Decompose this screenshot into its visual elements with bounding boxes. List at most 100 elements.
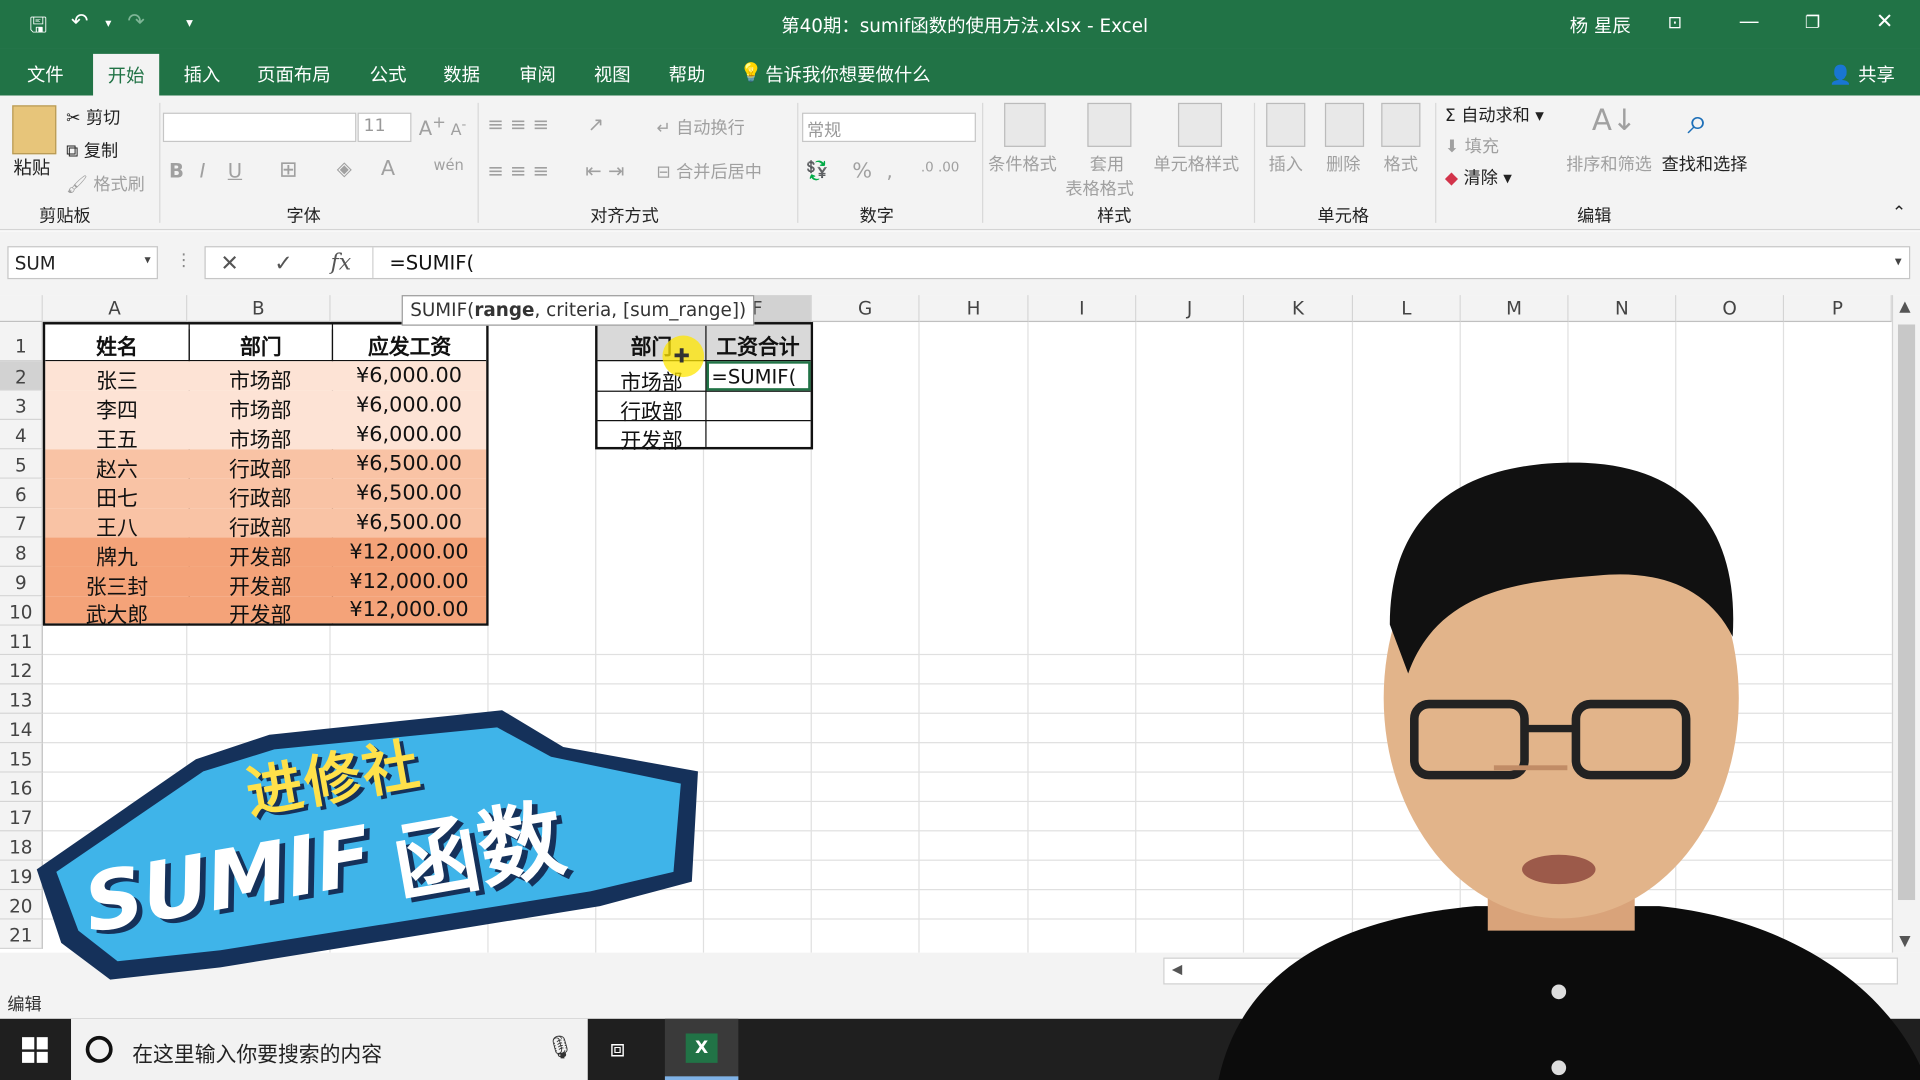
tab-help[interactable]: 帮助 (669, 61, 706, 87)
phonetic-icon[interactable]: wén (433, 157, 463, 174)
sort-filter-icon[interactable]: A↓ (1592, 103, 1637, 137)
column-header-a[interactable]: A (42, 295, 188, 323)
row-header[interactable]: 6 (0, 478, 43, 509)
currency-icon[interactable]: 💱 (806, 159, 829, 181)
customize-qat-icon[interactable]: ▾ (186, 15, 193, 31)
minimize-icon[interactable]: — (1739, 10, 1760, 34)
paste-icon[interactable] (12, 105, 57, 155)
tab-review[interactable]: 审阅 (519, 61, 556, 87)
share-button[interactable]: 👤 共享 (1829, 61, 1894, 87)
row-header[interactable]: 7 (0, 508, 43, 538)
shrink-font-icon[interactable]: A- (451, 116, 467, 140)
magnifier-icon[interactable]: ⌕ (1687, 100, 1708, 143)
percent-icon[interactable]: % (852, 159, 872, 183)
user-name[interactable]: 杨 星辰 (1570, 12, 1631, 38)
number-format-box[interactable]: 常规 (802, 112, 976, 143)
cell-styles-button[interactable]: 单元格样式 (1153, 152, 1239, 176)
tab-file[interactable]: 文件 (27, 61, 64, 87)
row-header[interactable]: 2 (0, 361, 43, 391)
column-header-p[interactable]: P (1784, 295, 1892, 323)
microphone-icon[interactable]: 🎙 (546, 1035, 574, 1061)
format-painter-button[interactable]: 🖌 格式刷 (66, 171, 145, 195)
tab-data[interactable]: 数据 (443, 61, 480, 87)
undo-icon[interactable]: ↶ (71, 10, 88, 34)
table-format-label-1[interactable]: 套用 (1090, 152, 1124, 176)
tab-insert[interactable]: 插入 (184, 61, 221, 87)
header-salary[interactable]: 应发工资 (331, 329, 486, 361)
tab-home[interactable]: 开始 (93, 53, 160, 96)
insert-cells-button[interactable]: 插入 (1269, 152, 1303, 176)
row-header[interactable]: 5 (0, 449, 43, 479)
task-view-icon[interactable]: ⧈ (610, 1033, 626, 1062)
indent-icon[interactable]: ⇤ ⇥ (585, 159, 624, 182)
table-format-icon[interactable] (1087, 102, 1132, 147)
delete-cells-button[interactable]: 删除 (1326, 152, 1360, 176)
format-cells-button[interactable]: 格式 (1384, 152, 1418, 176)
tab-page-layout[interactable]: 页面布局 (257, 61, 330, 87)
column-header-m[interactable]: M (1460, 295, 1569, 323)
summary-cell-department[interactable]: 开发部 (598, 424, 706, 454)
column-header-b[interactable]: B (187, 295, 331, 323)
autosum-button[interactable]: Σ 自动求和 ▾ (1445, 103, 1544, 127)
header-department[interactable]: 部门 (188, 329, 332, 361)
column-header-n[interactable]: N (1568, 295, 1677, 323)
row-header[interactable]: 8 (0, 537, 43, 567)
cell-department[interactable]: 开发部 (189, 598, 332, 628)
row-header[interactable]: 3 (0, 390, 43, 421)
font-color-icon[interactable]: A (381, 157, 395, 181)
conditional-format-icon[interactable] (1004, 102, 1046, 147)
close-icon[interactable]: ✕ (1876, 10, 1893, 34)
cell-salary[interactable]: ¥6,500.00 (332, 511, 486, 535)
table-format-label-2[interactable]: 表格格式 (1065, 176, 1134, 200)
delete-cells-icon[interactable] (1324, 102, 1365, 147)
name-box[interactable]: SUM ▾ (7, 246, 158, 280)
column-header-j[interactable]: J (1136, 295, 1245, 323)
tell-me-search[interactable]: 告诉我你想要做什么 (765, 61, 930, 87)
align-left-icon[interactable]: ≡ ≡ ≡ (487, 159, 549, 182)
tab-formulas[interactable]: 公式 (370, 61, 407, 87)
taskbar-search[interactable]: 在这里输入你要搜索的内容 🎙 (71, 1018, 588, 1080)
tooltip-range-arg[interactable]: range (474, 299, 534, 321)
cell-styles-icon[interactable] (1177, 102, 1223, 147)
align-top-icon[interactable]: ≡ ≡ ≡ (487, 113, 549, 136)
decimal-icon[interactable]: .0 .00 (921, 159, 960, 175)
comma-icon[interactable]: , (887, 159, 893, 182)
row-header[interactable]: 4 (0, 420, 43, 450)
row-header[interactable]: 9 (0, 566, 43, 597)
cell-salary[interactable]: ¥6,000.00 (332, 393, 486, 417)
insert-function-icon[interactable]: fx (331, 250, 352, 276)
scroll-up-icon[interactable]: ▲ (1899, 298, 1910, 315)
orientation-icon[interactable]: ↗ (588, 113, 604, 136)
italic-button[interactable]: I (200, 159, 206, 182)
cell-salary[interactable]: ¥12,000.00 (332, 598, 486, 622)
ribbon-display-icon[interactable]: ⊡ (1668, 13, 1682, 33)
font-name-box[interactable] (162, 112, 357, 143)
formula-input[interactable]: ✕ ✓ fx =SUMIF( ▾ (204, 246, 1911, 280)
column-header-k[interactable]: K (1244, 295, 1354, 323)
cell-name[interactable]: 武大郎 (45, 598, 188, 628)
borders-icon[interactable]: ⊞ (279, 157, 297, 183)
merge-center-button[interactable]: ⊟ 合并后居中 (656, 159, 762, 183)
format-cells-icon[interactable] (1381, 102, 1421, 147)
select-all-corner[interactable] (0, 295, 43, 323)
insert-cells-icon[interactable] (1266, 102, 1306, 147)
cell-salary[interactable]: ¥6,500.00 (332, 452, 486, 476)
cancel-entry-icon[interactable]: ✕ (220, 251, 238, 277)
tab-view[interactable]: 视图 (594, 61, 631, 87)
row-header[interactable]: 1 (0, 322, 43, 362)
redo-icon[interactable]: ↷ (127, 10, 144, 34)
collapse-ribbon-icon[interactable]: ⌃ (1892, 203, 1906, 223)
column-header-g[interactable]: G (811, 295, 920, 323)
header-name[interactable]: 姓名 (45, 329, 188, 360)
wrap-text-button[interactable]: ↵ 自动换行 (656, 115, 744, 139)
summary-cell-department[interactable]: 行政部 (598, 394, 706, 424)
cut-button[interactable]: ✂ 剪切 (66, 105, 120, 129)
cell-salary[interactable]: ¥6,000.00 (332, 364, 486, 388)
copy-button[interactable]: ⧉ 复制 (66, 138, 118, 162)
cell-salary[interactable]: ¥6,000.00 (332, 422, 486, 446)
windows-start-icon[interactable] (22, 1037, 48, 1063)
bold-button[interactable]: B (169, 159, 184, 182)
cell-salary[interactable]: ¥12,000.00 (332, 540, 486, 564)
fill-button[interactable]: ⬇ 填充 (1445, 133, 1499, 157)
sort-filter-button[interactable]: 排序和筛选 (1566, 152, 1652, 176)
